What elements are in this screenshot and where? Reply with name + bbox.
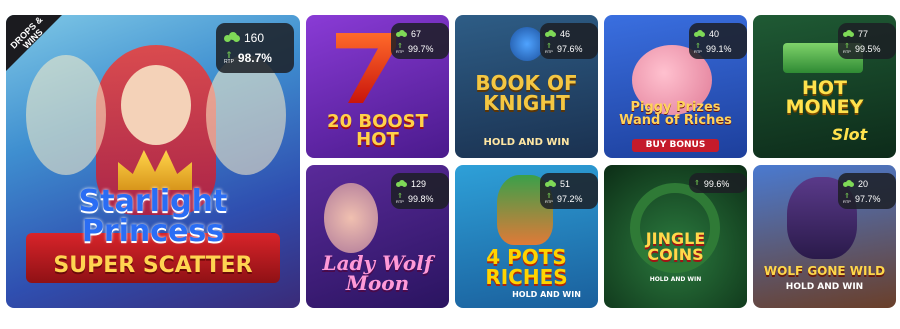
player-count: 77	[858, 28, 869, 39]
player-count: 20	[858, 178, 869, 189]
game-tile-20-boost-hot[interactable]: 20 BOOST HOT 67 ⇑ RTP 99.7%	[306, 15, 449, 158]
rtp-icon: ⇑ RTP	[545, 43, 553, 54]
game-tile-wolf-gone-wild[interactable]: WOLF GONE WILD HOLD AND WIN 20 ⇑ RTP 97.7%	[753, 165, 896, 308]
rtp-icon: ⇑ RTP	[843, 43, 851, 54]
game-subtitle: HOLD AND WIN	[649, 276, 702, 283]
game-stats: 160 ⇑ RTP 98.7%	[216, 23, 294, 73]
game-stats: 67 ⇑ RTP 99.7%	[391, 23, 449, 59]
game-art	[324, 183, 378, 253]
users-icon	[545, 29, 556, 38]
rtp-value: 97.6%	[556, 43, 583, 54]
rtp-value: 99.5%	[854, 43, 881, 54]
game-tile-starlight-princess[interactable]: Starlight Princess SUPER SCATTER DROPS &…	[6, 15, 300, 308]
users-icon	[843, 179, 854, 188]
rtp-icon: ⇑ RTP	[396, 193, 404, 204]
game-stats: ⇑ 99.6%	[689, 173, 747, 193]
game-stats: 46 ⇑ RTP 97.6%	[540, 23, 598, 59]
game-subtitle: SUPER SCATTER	[53, 253, 253, 278]
game-stats: 77 ⇑ RTP 99.5%	[838, 23, 896, 59]
player-count: 40	[709, 28, 720, 39]
game-stats: 40 ⇑ RTP 99.1%	[689, 23, 747, 59]
player-count: 46	[560, 28, 571, 39]
game-title: Piggy Prizes Wand of Riches	[619, 100, 732, 128]
rtp-icon: ⇑ RTP	[396, 43, 404, 54]
game-tile-piggy-prizes[interactable]: Piggy Prizes Wand of Riches BUY BONUS 40…	[604, 15, 747, 158]
rtp-value: 98.7%	[237, 51, 272, 65]
game-title: HOT MONEY	[785, 77, 864, 118]
rtp-icon: ⇑	[694, 180, 700, 187]
game-title: Lady Wolf Moon	[322, 251, 433, 295]
game-art	[336, 33, 396, 103]
player-count: 160	[244, 31, 265, 45]
users-icon	[396, 29, 407, 38]
rtp-value: 97.7%	[854, 193, 881, 204]
game-subtitle: HOLD AND WIN	[483, 137, 570, 148]
rtp-value: 99.1%	[705, 43, 732, 54]
users-icon	[224, 32, 240, 44]
rtp-value: 99.7%	[407, 43, 434, 54]
users-icon	[396, 179, 407, 188]
users-icon	[843, 29, 854, 38]
users-icon	[694, 29, 705, 38]
rtp-icon: ⇑ RTP	[545, 193, 553, 204]
rtp-icon: ⇑ RTP	[694, 43, 702, 54]
player-count: 67	[411, 28, 422, 39]
game-tile-lady-wolf-moon[interactable]: Lady Wolf Moon 129 ⇑ RTP 99.8%	[306, 165, 449, 308]
game-stats: 20 ⇑ RTP 97.7%	[838, 173, 896, 209]
player-count: 129	[411, 178, 427, 189]
game-title: JINGLE COINS	[645, 229, 706, 264]
game-title: 20 BOOST HOT	[327, 111, 428, 150]
player-count: 51	[560, 178, 571, 189]
rtp-value: 97.2%	[556, 193, 583, 204]
game-title: Starlight Princess	[78, 184, 228, 249]
game-tile-book-of-knight[interactable]: BOOK OF KNIGHT HOLD AND WIN 46 ⇑ RTP 97.6%	[455, 15, 598, 158]
game-subtitle: Slot	[831, 125, 868, 144]
game-subtitle: HOLD AND WIN	[512, 290, 581, 299]
game-stats: 129 ⇑ RTP 99.8%	[391, 173, 449, 209]
drops-and-wins-badge: DROPS & WINS	[6, 15, 62, 71]
game-tile-4-pots-riches[interactable]: 4 POTS RICHES HOLD AND WIN 51 ⇑ RTP 97.2%	[455, 165, 598, 308]
rtp-value: 99.8%	[407, 193, 434, 204]
game-subtitle: BUY BONUS	[632, 139, 719, 152]
users-icon	[545, 179, 556, 188]
game-subtitle: HOLD AND WIN	[785, 282, 864, 292]
game-title: BOOK OF KNIGHT	[475, 71, 578, 115]
rtp-icon: ⇑ RTP	[843, 193, 851, 204]
game-title: WOLF GONE WILD	[763, 264, 886, 278]
game-tile-jingle-coins[interactable]: JINGLE COINS HOLD AND WIN ⇑ 99.6%	[604, 165, 747, 308]
game-title: 4 POTS RICHES	[485, 245, 568, 289]
game-stats: 51 ⇑ RTP 97.2%	[540, 173, 598, 209]
rtp-value: 99.6%	[703, 178, 730, 189]
rtp-icon: ⇑ RTP	[224, 50, 234, 65]
game-art	[510, 27, 544, 61]
game-tile-hot-money[interactable]: HOT MONEY Slot 77 ⇑ RTP 99.5%	[753, 15, 896, 158]
